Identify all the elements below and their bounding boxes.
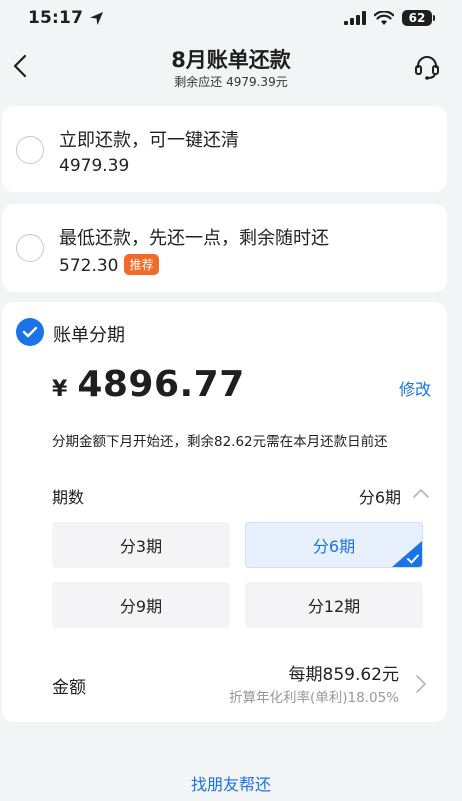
page-header: 8月账单还款 剩余应还 4979.39元 (0, 38, 462, 96)
chevron-right-icon (416, 675, 426, 693)
recommend-badge: 推荐 (124, 254, 159, 275)
option-minimum-title: 最低还款，先还一点，剩余随时还 (59, 228, 329, 249)
currency-symbol: ¥ (52, 377, 68, 402)
period-value[interactable]: 分6期 (359, 484, 401, 508)
selected-check-icon (407, 554, 419, 564)
status-time: 15:17 (28, 8, 84, 28)
radio-installment[interactable] (16, 318, 44, 346)
installment-note: 分期金额下月开始还，剩余82.62元需在本月还款日前还 (52, 434, 388, 450)
status-bar: 15:17 62 (0, 0, 462, 36)
edit-amount-link[interactable]: 修改 (399, 376, 431, 400)
battery-level: 62 (408, 11, 426, 25)
headset-icon (415, 56, 439, 80)
installment-amount: 4896.77 (77, 364, 245, 405)
option-pay-full-amount: 4979.39 (59, 156, 130, 176)
period-option-3-label: 分3期 (119, 537, 163, 556)
chevron-up-icon (413, 489, 429, 498)
radio-minimum-payment[interactable] (16, 234, 44, 262)
period-option-6[interactable]: 分6期 (245, 522, 423, 568)
option-minimum-payment[interactable]: 最低还款，先还一点，剩余随时还 572.30 推荐 (2, 204, 447, 292)
period-option-9-label: 分9期 (119, 597, 163, 616)
installment-card: 账单分期 ¥ 4896.77 修改 分期金额下月开始还，剩余82.62元需在本月… (2, 302, 447, 722)
period-option-9[interactable]: 分9期 (52, 582, 230, 628)
radio-pay-full[interactable] (16, 136, 44, 164)
status-time-group: 15:17 (28, 8, 104, 28)
period-option-12-label: 分12期 (307, 597, 361, 616)
period-option-12[interactable]: 分12期 (245, 582, 423, 628)
remaining-amount-subtitle: 剩余应还 4979.39元 (174, 75, 288, 89)
per-period-amount[interactable]: 每期859.62元 (289, 660, 399, 685)
check-icon (22, 326, 38, 338)
installment-title: 账单分期 (53, 325, 125, 346)
battery-icon: 62 (402, 10, 435, 26)
location-arrow-icon (90, 11, 104, 25)
customer-service-button[interactable] (412, 52, 442, 82)
option-minimum-amount-row: 572.30 推荐 (59, 254, 159, 276)
period-collapse-toggle[interactable] (411, 484, 431, 508)
installment-amount-row: ¥ 4896.77 (52, 364, 245, 405)
period-label: 期数 (52, 488, 85, 507)
amount-detail-button[interactable] (415, 674, 427, 698)
amount-label: 金额 (52, 678, 86, 698)
period-option-6-label: 分6期 (312, 537, 356, 556)
cellular-signal-icon (344, 11, 366, 25)
period-option-3[interactable]: 分3期 (52, 522, 230, 568)
wifi-icon (374, 10, 394, 25)
option-pay-full[interactable]: 立即还款，可一键还清 4979.39 (2, 106, 447, 192)
ask-friend-to-pay-link[interactable]: 找朋友帮还 (0, 771, 462, 795)
option-pay-full-title: 立即还款，可一键还清 (59, 130, 239, 151)
option-minimum-amount: 572.30 (59, 256, 119, 276)
annual-rate: 折算年化利率(单利)18.05% (228, 690, 399, 706)
page-title: 8月账单还款 (171, 48, 291, 72)
status-icons: 62 (344, 10, 435, 26)
